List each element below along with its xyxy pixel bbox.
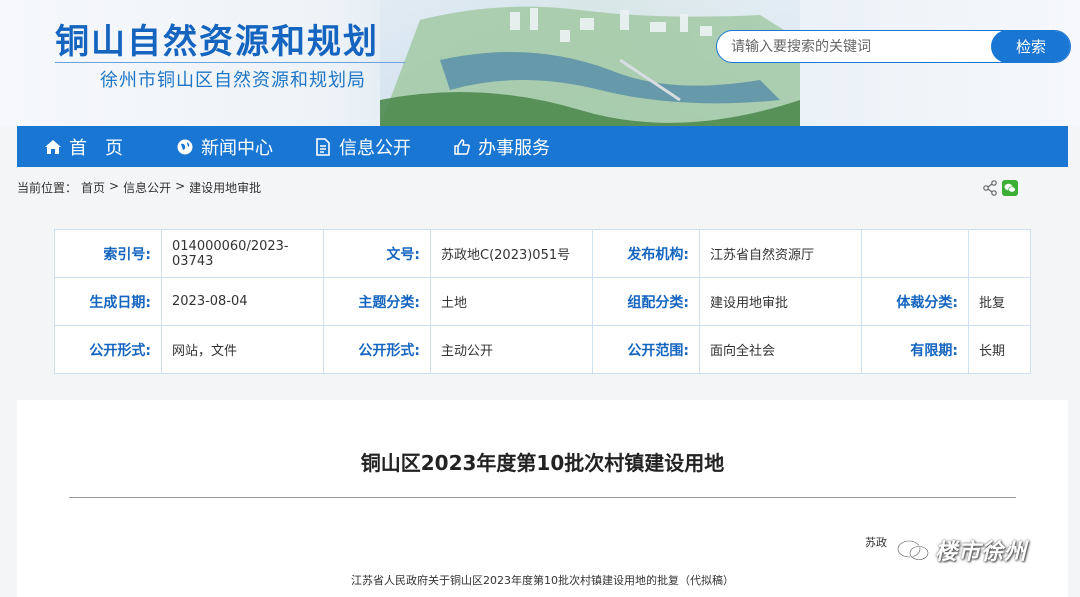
document-icon — [316, 137, 330, 156]
breadcrumb-item-home[interactable]: 首页 — [81, 179, 105, 196]
meta-key: 组配分类: — [592, 277, 700, 326]
breadcrumb-separator: > — [109, 179, 120, 193]
breadcrumb-item-current[interactable]: 建设用地审批 — [189, 179, 261, 196]
thumbs-up-icon — [454, 138, 470, 155]
breadcrumb-item-info[interactable]: 信息公开 — [123, 179, 171, 196]
meta-key: 公开形式: — [323, 325, 431, 374]
site-title: 铜山自然资源和规划 — [55, 22, 379, 62]
title-divider — [69, 497, 1016, 498]
nav-item-label: 办事服务 — [478, 137, 550, 159]
search-button[interactable]: 检索 — [991, 31, 1070, 62]
meta-value: 苏政地C(2023)051号 — [430, 229, 593, 278]
nav-item-label: 信息公开 — [339, 137, 411, 159]
meta-value: 土地 — [430, 277, 593, 326]
meta-value: 面向全社会 — [699, 325, 862, 374]
meta-value: 批复 — [968, 277, 1031, 326]
meta-value: 建设用地审批 — [699, 277, 862, 326]
article-panel: 铜山区2023年度第10批次村镇建设用地 苏政 江苏省人民政府关于铜山区2023… — [17, 400, 1068, 597]
meta-key: 索引号: — [54, 229, 162, 278]
meta-key: 文号: — [323, 229, 431, 278]
meta-value: 2023-08-04 — [161, 277, 324, 326]
document-number: 苏政 — [865, 536, 887, 549]
title-divider — [55, 62, 405, 63]
breadcrumb-separator: > — [175, 179, 186, 193]
breadcrumb: 当前位置： 首页 > 信息公开 > 建设用地审批 — [17, 179, 265, 196]
meta-value: 014000060/2023-03743 — [161, 229, 324, 278]
breadcrumb-prefix: 当前位置： — [17, 181, 78, 195]
meta-key: 生成日期: — [54, 277, 162, 326]
search-input[interactable] — [731, 31, 991, 62]
home-icon — [45, 139, 61, 154]
meta-key: 有限期: — [861, 325, 969, 374]
meta-key: 公开范围: — [592, 325, 700, 374]
globe-icon — [177, 139, 193, 154]
meta-value: 江苏省自然资源厅 — [699, 229, 862, 278]
table-row: 生成日期: 2023-08-04 主题分类: 土地 组配分类: 建设用地审批 体… — [54, 277, 1031, 326]
search-box: 检索 — [716, 30, 1071, 63]
nav-item-home[interactable]: 首 页 — [44, 126, 176, 167]
meta-value: 长期 — [968, 325, 1031, 374]
nav-item-info[interactable]: 信息公开 — [314, 126, 453, 167]
meta-key — [861, 229, 969, 278]
table-row: 索引号: 014000060/2023-03743 文号: 苏政地C(2023)… — [54, 229, 1031, 278]
table-row: 公开形式: 网站，文件 公开形式: 主动公开 公开范围: 面向全社会 有限期: … — [54, 325, 1031, 374]
document-meta-table: 索引号: 014000060/2023-03743 文号: 苏政地C(2023)… — [54, 229, 1031, 374]
meta-value: 网站，文件 — [161, 325, 324, 374]
article-subtitle: 江苏省人民政府关于铜山区2023年度第10批次村镇建设用地的批复（代拟稿） — [351, 574, 734, 587]
nav-item-label: 新闻中心 — [201, 137, 273, 159]
site-subtitle: 徐州市铜山区自然资源和规划局 — [100, 70, 366, 91]
watermark: 楼市徐州 — [895, 534, 1027, 566]
nav-item-news[interactable]: 新闻中心 — [176, 126, 314, 167]
nav-item-label: 首 页 — [69, 137, 123, 159]
meta-value — [968, 229, 1031, 278]
wechat-bubble-icon — [897, 540, 929, 561]
city-landscape-image — [380, 0, 800, 126]
share-icon[interactable] — [982, 180, 998, 196]
nav-item-services[interactable]: 办事服务 — [453, 126, 593, 167]
header-banner: 铜山自然资源和规划 徐州市铜山区自然资源和规划局 检索 — [0, 0, 1080, 126]
watermark-text: 楼市徐州 — [935, 540, 1028, 565]
meta-value: 主动公开 — [430, 325, 593, 374]
main-nav: 首 页 新闻中心 信息公开 办事服务 — [17, 126, 1068, 167]
meta-key: 发布机构: — [592, 229, 700, 278]
meta-key: 公开形式: — [54, 325, 162, 374]
meta-key: 体裁分类: — [861, 277, 969, 326]
article-title: 铜山区2023年度第10批次村镇建设用地 — [360, 451, 725, 475]
wechat-icon[interactable] — [1002, 180, 1018, 196]
meta-key: 主题分类: — [323, 277, 431, 326]
